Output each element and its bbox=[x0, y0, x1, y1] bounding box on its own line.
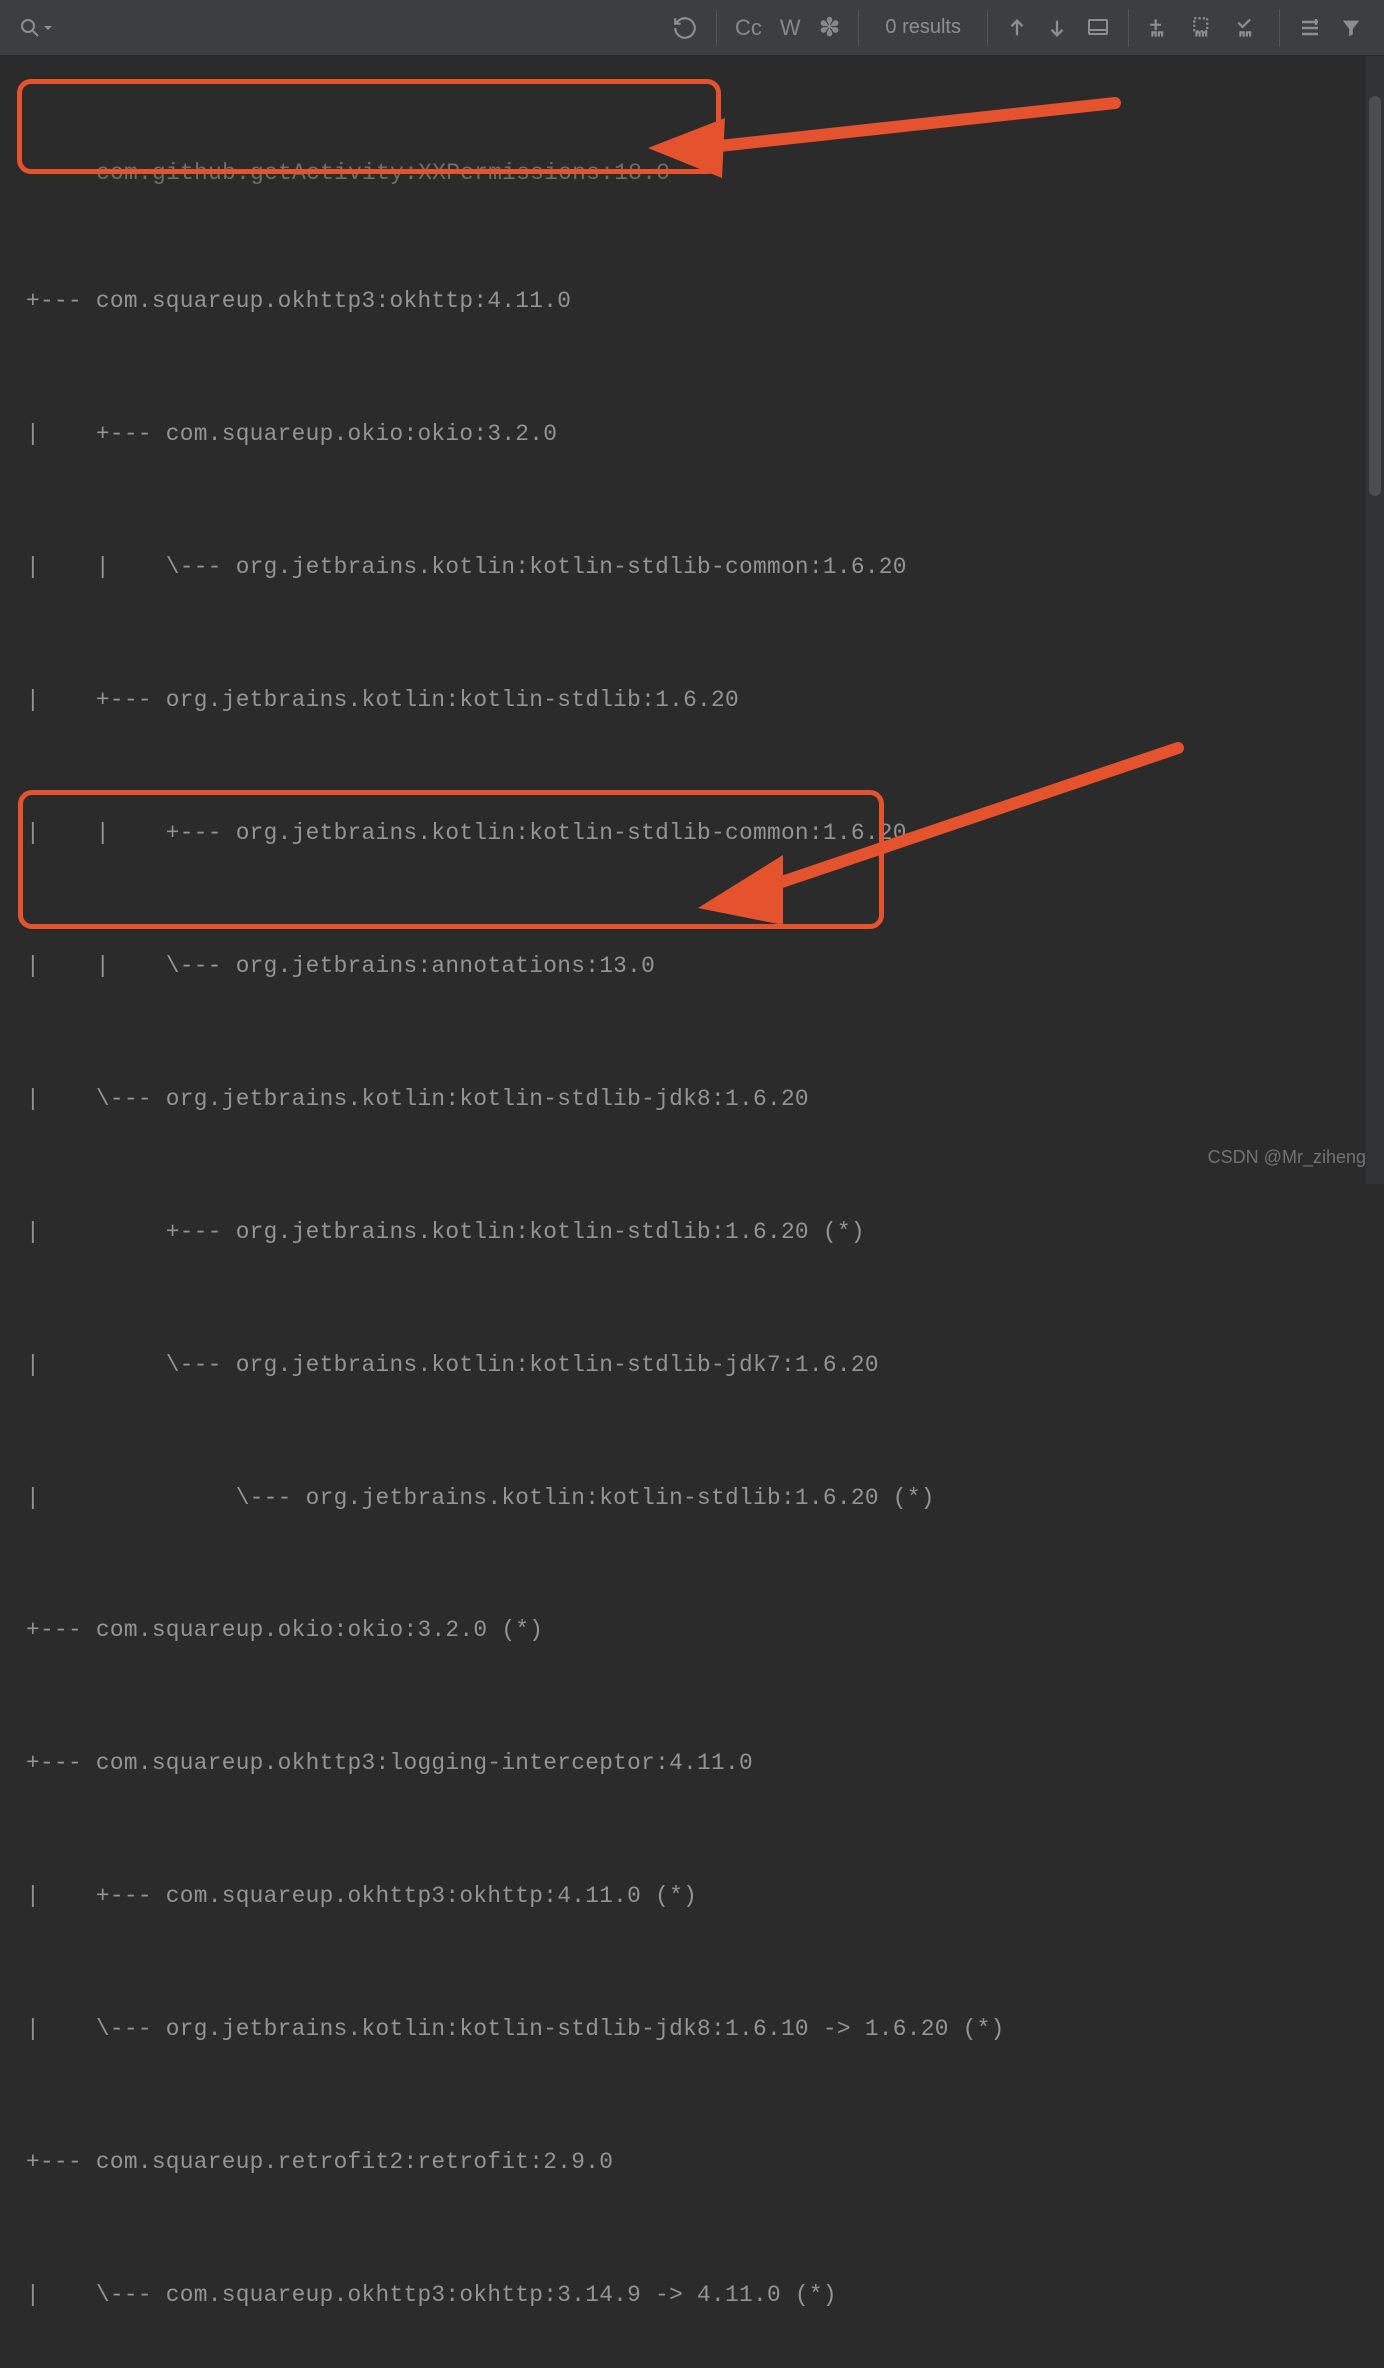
scrollbar[interactable] bbox=[1366, 56, 1384, 1184]
prev-result-icon[interactable] bbox=[1006, 17, 1028, 39]
next-result-icon[interactable] bbox=[1046, 17, 1068, 39]
select-matches-icon[interactable] bbox=[1235, 15, 1261, 41]
scrollbar-thumb[interactable] bbox=[1369, 96, 1381, 496]
output-line: | +--- org.jetbrains.kotlin:kotlin-stdli… bbox=[26, 1210, 1378, 1254]
search-icon bbox=[18, 16, 42, 40]
output-line: | +--- com.squareup.okhttp3:okhttp:4.11.… bbox=[26, 1874, 1378, 1918]
output-line: | +--- org.jetbrains.kotlin:kotlin-stdli… bbox=[26, 678, 1378, 722]
match-case-toggle[interactable]: Cc bbox=[735, 15, 762, 41]
output-line: | \--- com.squareup.okhttp3:okhttp:3.14.… bbox=[26, 2273, 1378, 2317]
add-selection-icon[interactable] bbox=[1147, 15, 1173, 41]
select-all-icon[interactable] bbox=[1191, 15, 1217, 41]
output-line: +--- com.squareup.okio:okio:3.2.0 (*) bbox=[26, 1608, 1378, 1652]
output-line: | | +--- org.jetbrains.kotlin:kotlin-std… bbox=[26, 811, 1378, 855]
truncated-line: · com.github.getActivity:XXPermissions:1… bbox=[26, 151, 1378, 195]
output-line: +--- com.squareup.okhttp3:okhttp:4.11.0 bbox=[26, 279, 1378, 323]
regex-toggle[interactable]: ✽ bbox=[819, 12, 841, 43]
output-line: +--- com.squareup.retrofit2:retrofit:2.9… bbox=[26, 2140, 1378, 2184]
output-line: +--- com.squareup.okhttp3:logging-interc… bbox=[26, 1741, 1378, 1785]
chevron-down-icon bbox=[42, 22, 54, 34]
watermark: CSDN @Mr_ziheng bbox=[1208, 1147, 1366, 1168]
show-in-panel-icon[interactable] bbox=[1086, 16, 1110, 40]
output-line: | | \--- org.jetbrains.kotlin:kotlin-std… bbox=[26, 545, 1378, 589]
results-count: 0 results bbox=[859, 16, 987, 39]
settings-icon[interactable] bbox=[1298, 16, 1322, 40]
filter-icon[interactable] bbox=[1340, 17, 1362, 39]
history-icon[interactable] bbox=[672, 15, 698, 41]
console-output: · com.github.getActivity:XXPermissions:1… bbox=[0, 56, 1384, 1184]
output-line: | \--- org.jetbrains.kotlin:kotlin-stdli… bbox=[26, 2007, 1378, 2051]
output-line: | +--- com.squareup.okio:okio:3.2.0 bbox=[26, 412, 1378, 456]
output-line: | \--- org.jetbrains.kotlin:kotlin-stdli… bbox=[26, 1343, 1378, 1387]
output-line: | | \--- org.jetbrains:annotations:13.0 bbox=[26, 944, 1378, 988]
search-toolbar: Cc W ✽ 0 results bbox=[0, 0, 1384, 56]
output-line: | \--- org.jetbrains.kotlin:kotlin-stdli… bbox=[26, 1077, 1378, 1121]
search-box[interactable] bbox=[0, 0, 654, 55]
output-line: | \--- org.jetbrains.kotlin:kotlin-stdli… bbox=[26, 1476, 1378, 1520]
whole-word-toggle[interactable]: W bbox=[780, 15, 801, 41]
